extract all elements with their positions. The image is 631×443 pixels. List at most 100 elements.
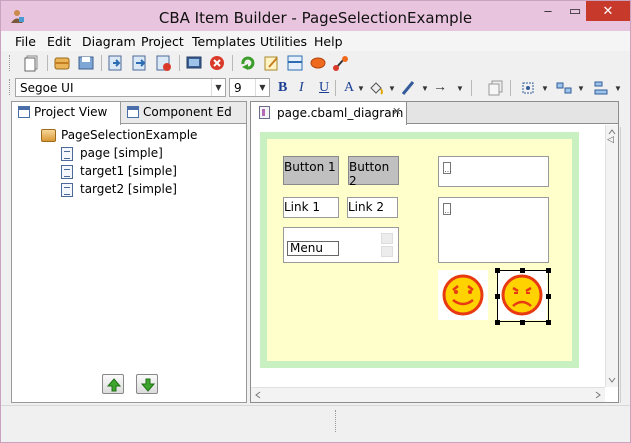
- copy-format-icon[interactable]: [487, 79, 505, 97]
- font-family-select[interactable]: Segoe UI ▼: [15, 78, 226, 97]
- tab-page-diagram[interactable]: page.cbaml_diagram ✕: [251, 102, 407, 125]
- scroll-left-icon[interactable]: [253, 389, 263, 401]
- menu-edit[interactable]: Edit: [47, 34, 71, 49]
- menu-templates[interactable]: Templates: [192, 34, 256, 49]
- menu-utilities[interactable]: Utilities: [260, 34, 307, 49]
- chevron-down-icon[interactable]: ▼: [388, 84, 396, 93]
- scroll-down-icon[interactable]: [606, 375, 618, 385]
- maximize-button[interactable]: ▭: [561, 1, 589, 21]
- tab-project-view[interactable]: Project View: [12, 102, 121, 125]
- horizontal-scrollbar[interactable]: [251, 387, 605, 402]
- new-file-icon[interactable]: [23, 54, 41, 72]
- bold-button[interactable]: B: [278, 80, 287, 96]
- tree-item-label: target1 [simple]: [80, 164, 177, 178]
- tab-label: Project View: [34, 105, 108, 119]
- format-toolbar-grip[interactable]: [9, 79, 12, 95]
- format-toolbar: Segoe UI ▼ 9 ▼ B I U A ▼ ▼ ▼ → ▼ ▼ ▼ ▼: [1, 77, 630, 99]
- menu-project[interactable]: Project: [141, 34, 184, 49]
- delete-page-icon[interactable]: [155, 54, 173, 72]
- move-down-button[interactable]: [136, 374, 158, 394]
- toolbar-grip[interactable]: [9, 55, 12, 71]
- menu-scroll[interactable]: [381, 233, 393, 257]
- chevron-down-icon[interactable]: ▼: [421, 84, 429, 93]
- line-color-icon[interactable]: [400, 79, 418, 97]
- chevron-down-icon[interactable]: ▼: [614, 84, 622, 93]
- tab-label: Component Ed: [143, 105, 232, 119]
- main-toolbar: [1, 51, 630, 77]
- font-size-select[interactable]: 9 ▼: [229, 78, 270, 97]
- font-color-button[interactable]: A: [344, 80, 354, 96]
- move-up-button[interactable]: [102, 374, 124, 394]
- close-tab-icon[interactable]: ✕: [392, 105, 401, 118]
- app-window: CBA Item Builder - PageSelectionExample …: [0, 0, 631, 443]
- refresh-icon[interactable]: [239, 54, 257, 72]
- resize-handle[interactable]: [546, 294, 551, 299]
- page-icon: [61, 147, 73, 161]
- arrange-icon[interactable]: [555, 79, 573, 97]
- menu-diagram[interactable]: Diagram: [82, 34, 136, 49]
- tab-component-editor[interactable]: Component Ed: [121, 102, 246, 124]
- canvas-button-2[interactable]: Button 2: [348, 156, 399, 188]
- canvas-menu[interactable]: Menu: [283, 227, 399, 263]
- status-grip[interactable]: [335, 410, 338, 432]
- resize-handle[interactable]: [495, 320, 500, 325]
- export-icon[interactable]: [131, 54, 149, 72]
- project-view-icon: [18, 106, 30, 118]
- chevron-down-icon[interactable]: ▼: [211, 79, 225, 96]
- chevron-down-icon[interactable]: ▼: [456, 84, 464, 93]
- add-shape-icon[interactable]: [309, 54, 327, 72]
- diagram-canvas[interactable]: Button 1 Button 2 Link 1 Link 2 Menu … …: [251, 125, 605, 387]
- page-frame[interactable]: Button 1 Button 2 Link 1 Link 2 Menu … …: [260, 132, 579, 368]
- close-window-button[interactable]: ✕: [586, 1, 630, 21]
- canvas-text-field-1[interactable]: …: [438, 156, 549, 187]
- canvas-link-2[interactable]: Link 2: [347, 197, 398, 218]
- vertical-scrollbar[interactable]: [605, 125, 618, 387]
- palette-strip[interactable]: [620, 127, 630, 403]
- open-project-icon[interactable]: [53, 54, 71, 72]
- resize-handle[interactable]: [546, 268, 551, 273]
- chevron-down-icon[interactable]: ▼: [357, 84, 365, 93]
- chevron-down-icon[interactable]: ▼: [577, 84, 585, 93]
- tab-label: page.cbaml_diagram: [277, 106, 404, 120]
- canvas-text-area[interactable]: …: [438, 197, 549, 263]
- line-style-button[interactable]: →: [433, 80, 447, 96]
- preview-icon[interactable]: [185, 54, 203, 72]
- resize-handle[interactable]: [520, 268, 525, 273]
- field-icon: …: [443, 162, 452, 174]
- minimize-button[interactable]: –: [534, 1, 562, 21]
- menu-file[interactable]: File: [15, 34, 36, 49]
- page-layout-icon[interactable]: [286, 54, 304, 72]
- save-project-icon[interactable]: [77, 54, 95, 72]
- chevron-down-icon[interactable]: ▼: [255, 79, 269, 96]
- project-folder-icon: [41, 129, 56, 142]
- font-family-value: Segoe UI: [20, 81, 74, 95]
- canvas-link-1[interactable]: Link 1: [283, 197, 339, 218]
- stop-icon[interactable]: [208, 54, 226, 72]
- selection-box: [497, 270, 549, 322]
- menu-value[interactable]: Menu: [287, 241, 339, 256]
- align-icon[interactable]: [593, 79, 611, 97]
- tree-item-label: target2 [simple]: [80, 182, 177, 196]
- page-icon: [61, 165, 73, 179]
- underline-button[interactable]: U: [319, 80, 329, 96]
- happy-face-image[interactable]: [438, 270, 488, 320]
- resize-handle[interactable]: [520, 320, 525, 325]
- arrow-up-icon: [106, 378, 122, 392]
- canvas-button-1[interactable]: Button 1: [283, 156, 339, 185]
- resize-handle[interactable]: [495, 268, 500, 273]
- import-icon[interactable]: [107, 54, 125, 72]
- fill-color-icon[interactable]: [367, 79, 385, 97]
- chevron-down-icon[interactable]: ▼: [541, 84, 549, 93]
- page-area[interactable]: Button 1 Button 2 Link 1 Link 2 Menu … …: [267, 139, 572, 361]
- scroll-right-icon[interactable]: [593, 389, 603, 401]
- diagram-editor: page.cbaml_diagram ✕ Button 1 Button 2 L…: [250, 101, 619, 403]
- palette-collapse-icon[interactable]: ◁: [602, 129, 619, 149]
- resize-handle[interactable]: [546, 320, 551, 325]
- resize-handle[interactable]: [495, 294, 500, 299]
- select-all-icon[interactable]: [519, 79, 537, 97]
- connector-tool-icon[interactable]: [332, 54, 350, 72]
- diagram-file-icon: [259, 106, 270, 119]
- italic-button[interactable]: I: [299, 80, 304, 96]
- edit-properties-icon[interactable]: [263, 54, 281, 72]
- menu-help[interactable]: Help: [314, 34, 343, 49]
